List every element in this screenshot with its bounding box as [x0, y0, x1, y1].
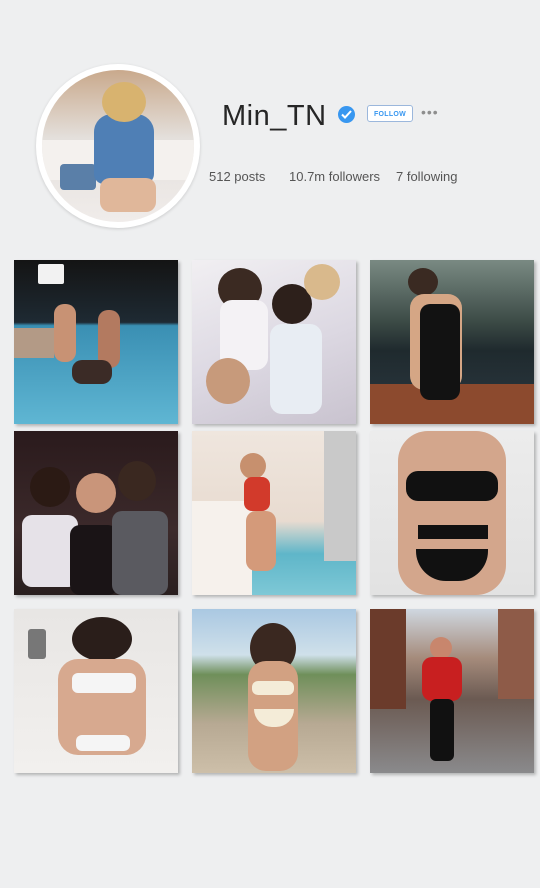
post-tile[interactable] [192, 431, 356, 595]
following-count[interactable]: 7 following [396, 169, 457, 184]
post-tile[interactable] [192, 260, 356, 424]
post-tile[interactable] [14, 431, 178, 595]
more-options-icon[interactable]: ••• [421, 105, 439, 119]
post-tile[interactable] [370, 260, 534, 424]
post-tile[interactable] [14, 609, 178, 773]
post-tile[interactable] [370, 609, 534, 773]
profile-header: Min_TN FOLLOW ••• 512 posts 10.7m follow… [0, 0, 540, 240]
posts-count: 512 posts [209, 169, 266, 184]
follow-button[interactable]: FOLLOW [367, 105, 413, 122]
username: Min_TN [222, 100, 327, 132]
post-tile[interactable] [370, 431, 534, 595]
post-tile[interactable] [14, 260, 178, 424]
post-tile[interactable] [192, 609, 356, 773]
followers-count[interactable]: 10.7m followers [289, 169, 380, 184]
avatar[interactable] [42, 70, 194, 222]
verified-badge-icon [338, 106, 355, 123]
